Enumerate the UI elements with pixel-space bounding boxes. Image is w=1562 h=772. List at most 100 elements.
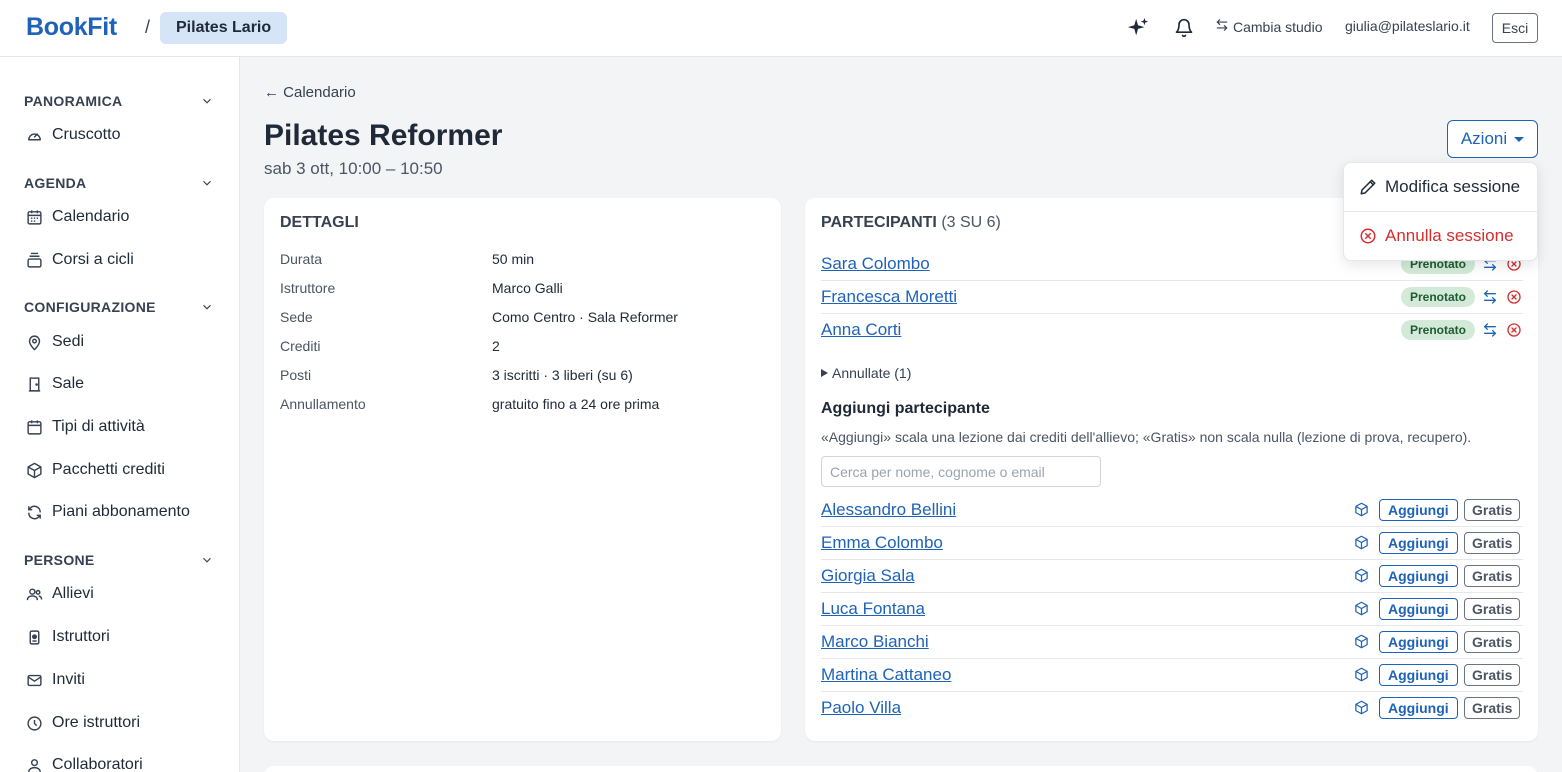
free-button[interactable]: Gratis	[1464, 664, 1521, 686]
candidate-name-link[interactable]: Luca Fontana	[821, 599, 925, 619]
page-title: Pilates Reformer	[264, 119, 503, 152]
participant-name-link[interactable]: Francesca Moretti	[821, 287, 957, 307]
back-to-calendar-link[interactable]: ← Calendario	[264, 84, 356, 101]
switch-studio-label: Cambia studio	[1233, 18, 1323, 35]
session-datetime: sab 3 ott, 10:00 – 10:50	[264, 159, 443, 178]
candidate-name-link[interactable]: Emma Colombo	[821, 533, 943, 553]
candidate-name-link[interactable]: Martina Cattaneo	[821, 665, 951, 685]
participants-count: (3 SU 6)	[941, 214, 1001, 231]
candidate-name-link[interactable]: Alessandro Bellini	[821, 500, 956, 520]
sidebar-item-label: Sedi	[52, 333, 85, 350]
detail-label: Istruttore	[280, 280, 336, 296]
package-icon	[1355, 700, 1368, 715]
free-button[interactable]: Gratis	[1464, 697, 1521, 719]
add-button[interactable]: Aggiungi	[1379, 697, 1458, 719]
switch-studio-button[interactable]: Cambia studio	[1215, 18, 1323, 35]
candidate-row: Alessandro Bellini Aggiungi Gratis	[821, 494, 1523, 527]
refresh-icon	[24, 502, 44, 522]
free-button[interactable]: Gratis	[1464, 631, 1521, 653]
add-button[interactable]: Aggiungi	[1379, 664, 1458, 686]
cancel-booking-icon[interactable]	[1506, 289, 1522, 305]
chevron-down-icon[interactable]	[200, 94, 214, 108]
sidebar-item-label: Piani abbonamento	[52, 503, 190, 520]
package-icon	[24, 460, 44, 480]
add-button[interactable]: Aggiungi	[1379, 631, 1458, 653]
sidebar-item-collaboratori[interactable]: Collaboratori	[24, 750, 224, 772]
sidebar-item-sedi[interactable]: Sedi	[24, 327, 224, 357]
sidebar: PANORAMICA Cruscotto AGENDA Calendario C…	[0, 57, 240, 772]
candidate-name-link[interactable]: Giorgia Sala	[821, 566, 915, 586]
bell-icon[interactable]	[1172, 16, 1196, 40]
section-title-configurazione[interactable]: CONFIGURAZIONE	[24, 299, 156, 315]
participant-name-link[interactable]: Anna Corti	[821, 320, 901, 340]
cancel-circle-icon	[1360, 228, 1376, 244]
cancel-session-menu-item[interactable]: Annulla sessione	[1344, 212, 1537, 260]
studio-pill[interactable]: Pilates Lario	[160, 12, 288, 44]
sidebar-item-sale[interactable]: Sale	[24, 369, 224, 399]
calendar-icon	[24, 207, 44, 227]
sidebar-item-tipi-di-attivita[interactable]: Tipi di attività	[24, 412, 224, 442]
mail-icon	[24, 670, 44, 690]
user-email: giulia@pilateslario.it	[1345, 18, 1470, 34]
detail-row-annullamento: Annullamento gratuito fino a 24 ore prim…	[280, 396, 780, 416]
cancelled-toggle[interactable]: Annullate (1)	[821, 365, 911, 381]
chevron-down-icon[interactable]	[200, 176, 214, 190]
section-title-persone[interactable]: PERSONE	[24, 552, 95, 568]
sidebar-item-pacchetti-crediti[interactable]: Pacchetti crediti	[24, 455, 224, 485]
map-pin-icon	[24, 332, 44, 352]
actions-button[interactable]: Azioni	[1447, 120, 1538, 158]
door-icon	[24, 374, 44, 394]
free-button[interactable]: Gratis	[1464, 532, 1521, 554]
user-icon	[24, 755, 44, 772]
participants-card: PARTECIPANTI (3 SU 6) Sara Colombo Preno…	[805, 198, 1538, 741]
sidebar-item-cruscotto[interactable]: Cruscotto	[24, 120, 224, 150]
sidebar-item-calendario[interactable]: Calendario	[24, 202, 224, 232]
candidate-row: Emma Colombo Aggiungi Gratis	[821, 527, 1523, 560]
sidebar-item-label: Allievi	[52, 585, 94, 602]
section-title-agenda[interactable]: AGENDA	[24, 175, 86, 191]
users-icon	[24, 584, 44, 604]
edit-session-label: Modifica sessione	[1385, 177, 1521, 196]
sparkle-icon[interactable]	[1126, 16, 1150, 40]
disclosure-triangle-icon	[821, 369, 828, 377]
sidebar-item-inviti[interactable]: Inviti	[24, 665, 224, 695]
participant-row: Francesca Moretti Prenotato	[821, 281, 1523, 314]
section-title-panoramica[interactable]: PANORAMICA	[24, 93, 122, 109]
add-button[interactable]: Aggiungi	[1379, 499, 1458, 521]
swap-icon[interactable]	[1482, 289, 1498, 305]
chevron-down-icon[interactable]	[200, 553, 214, 567]
sidebar-item-label: Inviti	[52, 671, 85, 688]
free-button[interactable]: Gratis	[1464, 565, 1521, 587]
brand-logo[interactable]: BookFit	[26, 13, 117, 42]
calendar-icon	[24, 417, 44, 437]
breadcrumb-separator: /	[145, 17, 151, 37]
edit-session-menu-item[interactable]: Modifica sessione	[1344, 163, 1537, 211]
sidebar-item-istruttori[interactable]: Istruttori	[24, 622, 224, 652]
detail-value: 50 min	[492, 251, 535, 267]
sidebar-item-label: Sale	[52, 375, 85, 392]
add-button[interactable]: Aggiungi	[1379, 565, 1458, 587]
participant-search-input[interactable]	[821, 456, 1101, 487]
candidate-name-link[interactable]: Marco Bianchi	[821, 632, 929, 652]
free-button[interactable]: Gratis	[1464, 598, 1521, 620]
sidebar-item-label: Ore istruttori	[52, 714, 141, 731]
sidebar-item-corsi-a-cicli[interactable]: Corsi a cicli	[24, 245, 224, 275]
add-participant-title: Aggiungi partecipante	[821, 400, 990, 417]
free-button[interactable]: Gratis	[1464, 499, 1521, 521]
sidebar-item-label: Corsi a cicli	[52, 251, 134, 268]
swap-icon[interactable]	[1482, 322, 1498, 338]
detail-row-sede: Sede Como Centro · Sala Reformer	[280, 309, 780, 329]
candidate-name-link[interactable]: Paolo Villa	[821, 698, 901, 718]
participants-title-text: PARTECIPANTI	[821, 214, 937, 231]
add-button[interactable]: Aggiungi	[1379, 598, 1458, 620]
add-button[interactable]: Aggiungi	[1379, 532, 1458, 554]
sidebar-item-ore-istruttori[interactable]: Ore istruttori	[24, 708, 224, 738]
participant-name-link[interactable]: Sara Colombo	[821, 254, 930, 274]
logout-button[interactable]: Esci	[1492, 13, 1538, 43]
detail-row-istruttore: Istruttore Marco Galli	[280, 280, 780, 300]
sidebar-item-label: Collaboratori	[52, 756, 143, 772]
sidebar-item-allievi[interactable]: Allievi	[24, 579, 224, 609]
cancel-booking-icon[interactable]	[1506, 322, 1522, 338]
sidebar-item-piani-abbonamento[interactable]: Piani abbonamento	[24, 497, 224, 527]
chevron-down-icon[interactable]	[200, 300, 214, 314]
